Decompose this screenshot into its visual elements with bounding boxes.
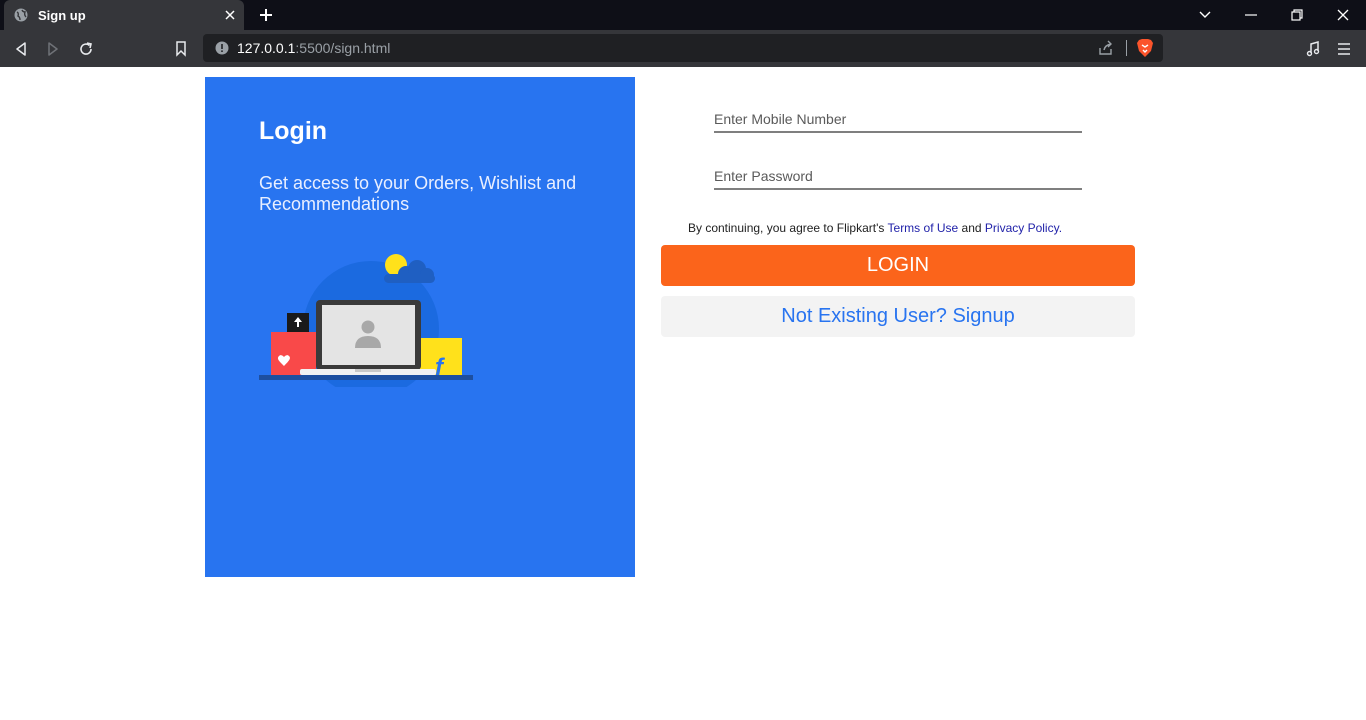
url-text: 127.0.0.1:5500/sign.html [237,40,390,56]
terms-and: and [958,221,985,235]
tab-title: Sign up [38,7,86,23]
share-icon[interactable] [1098,40,1114,56]
forward-icon[interactable] [42,38,64,60]
close-tab-icon[interactable] [222,7,238,23]
password-field[interactable] [714,164,1082,190]
url-host: 127.0.0.1 [237,40,296,56]
address-bar[interactable]: 127.0.0.1:5500/sign.html [203,34,1163,62]
menu-icon[interactable] [1333,38,1355,60]
page-title: Login [259,117,328,145]
login-info-panel: Login Get access to your Orders, Wishlis… [205,77,635,577]
brave-shields-icon[interactable] [1136,38,1154,58]
privacy-policy-link[interactable]: Privacy Policy. [985,221,1062,235]
browser-tab[interactable]: Sign up [4,0,244,30]
page-subtitle: Get access to your Orders, Wishlist and … [259,173,577,214]
url-path: :5500/sign.html [295,40,391,56]
new-tab-icon[interactable] [256,5,276,25]
password-input[interactable] [714,164,1082,188]
site-info-icon[interactable] [215,41,229,55]
bookmark-icon[interactable] [170,38,192,60]
back-icon[interactable] [10,38,32,60]
reload-icon[interactable] [75,38,97,60]
mobile-number-input[interactable] [714,107,1082,131]
close-window-icon[interactable] [1333,5,1353,25]
minimize-icon[interactable] [1241,5,1261,25]
media-music-icon[interactable] [1302,38,1324,60]
browser-tab-bar: Sign up [0,0,1366,30]
tab-search-chevron-icon[interactable] [1195,5,1215,25]
signup-button[interactable]: Not Existing User? Signup [661,296,1135,337]
browser-toolbar: 127.0.0.1:5500/sign.html [0,30,1366,67]
mobile-number-field[interactable] [714,107,1082,133]
address-bar-divider [1126,40,1127,56]
terms-of-use-link[interactable]: Terms of Use [888,221,959,235]
login-button[interactable]: LOGIN [661,245,1135,286]
terms-prefix: By continuing, you agree to Flipkart's [688,221,888,235]
login-illustration: f [259,254,473,387]
terms-notice: By continuing, you agree to Flipkart's T… [688,221,1062,235]
globe-icon [14,8,28,22]
restore-icon[interactable] [1287,5,1307,25]
